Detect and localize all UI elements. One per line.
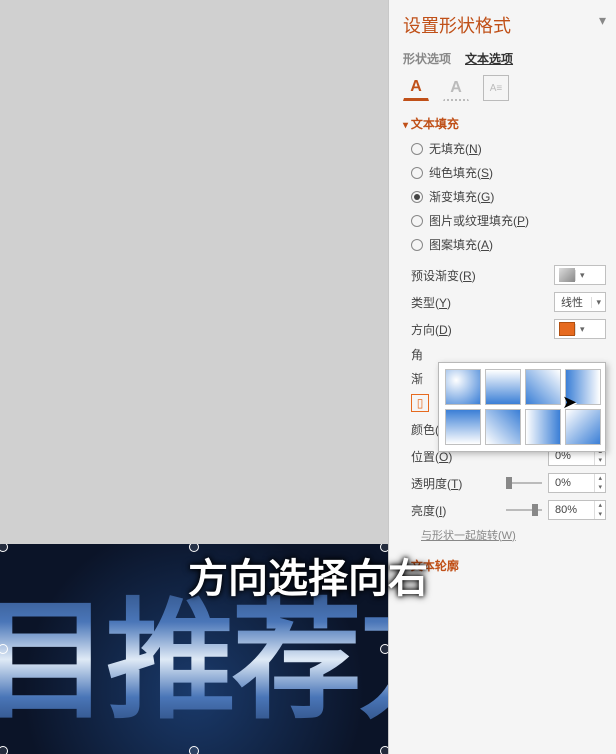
- canvas-area: 目推荐方: [0, 0, 388, 754]
- transparency-slider[interactable]: [506, 476, 542, 490]
- radio-dot: [411, 215, 423, 227]
- handle-top-right[interactable]: [380, 544, 388, 552]
- dir-left-to-right[interactable]: [565, 369, 601, 405]
- radio-solid-fill[interactable]: 纯色填充(S): [411, 164, 606, 181]
- row-brightness: 亮度(I) 80%▴▾: [411, 500, 606, 520]
- row-preset-gradient: 预设渐变(R) ▾: [411, 265, 606, 285]
- panel-tabs: 形状选项 文本选项: [403, 50, 606, 67]
- radio-gradient-fill[interactable]: 渐变填充(G): [411, 188, 606, 205]
- handle-top-center[interactable]: [189, 544, 199, 552]
- text-option-icons: A A A≡: [403, 75, 606, 101]
- handle-bottom-center[interactable]: [189, 746, 199, 754]
- slide-preview[interactable]: 目推荐方: [0, 544, 388, 754]
- dir-bottom-to-top[interactable]: [445, 409, 481, 445]
- dir-topleft-to-bottomright[interactable]: [565, 409, 601, 445]
- gradient-swatch-icon: [559, 268, 575, 282]
- panel-title: 设置形状格式: [403, 12, 606, 38]
- gradient-stop-add[interactable]: ▯: [411, 394, 429, 412]
- radio-dot: [411, 143, 423, 155]
- handle-bottom-left[interactable]: [0, 746, 8, 754]
- handle-top-left[interactable]: [0, 544, 8, 552]
- dir-bottomleft-to-topright[interactable]: [485, 409, 521, 445]
- direction-swatch-icon: [559, 322, 575, 336]
- spin-up[interactable]: ▴: [595, 501, 605, 510]
- dir-radial[interactable]: [445, 369, 481, 405]
- brightness-slider[interactable]: [506, 503, 542, 517]
- transparency-spinner[interactable]: 0%▴▾: [548, 473, 606, 493]
- radio-dot: [411, 167, 423, 179]
- fill-type-radios: 无填充(N) 纯色填充(S) 渐变填充(G) 图片或纹理填充(P) 图案填充(A…: [411, 140, 606, 253]
- tab-text-options[interactable]: 文本选项: [465, 50, 513, 67]
- row-type: 类型(Y) 线性▾: [411, 292, 606, 312]
- dir-top-to-bottom[interactable]: [485, 369, 521, 405]
- radio-dot: [411, 191, 423, 203]
- row-transparency: 透明度(T) 0%▴▾: [411, 473, 606, 493]
- section-text-outline[interactable]: 文本轮廓: [403, 557, 606, 574]
- text-fill-outline-icon[interactable]: A: [403, 75, 429, 101]
- spin-down[interactable]: ▾: [595, 510, 605, 519]
- radio-picture-fill[interactable]: 图片或纹理填充(P): [411, 212, 606, 229]
- handle-middle-left[interactable]: [0, 644, 8, 654]
- spin-up[interactable]: ▴: [595, 474, 605, 483]
- brightness-spinner[interactable]: 80%▴▾: [548, 500, 606, 520]
- panel-menu-caret[interactable]: ▾: [599, 12, 606, 29]
- radio-dot: [411, 239, 423, 251]
- row-direction: 方向(D) ▾: [411, 319, 606, 339]
- spin-down[interactable]: ▾: [595, 456, 605, 465]
- selection-box: [0, 544, 388, 754]
- direction-flyout: [438, 362, 606, 452]
- tab-shape-options[interactable]: 形状选项: [403, 50, 451, 67]
- dir-right-to-left[interactable]: [525, 409, 561, 445]
- handle-middle-right[interactable]: [380, 644, 388, 654]
- row-angle: 角: [411, 346, 606, 363]
- type-dropdown[interactable]: 线性▾: [554, 292, 606, 312]
- radio-pattern-fill[interactable]: 图案填充(A): [411, 236, 606, 253]
- dir-topright-to-bottomleft[interactable]: [525, 369, 561, 405]
- textbox-icon[interactable]: A≡: [483, 75, 509, 101]
- rotate-with-shape-link: 与形状一起旋转(W): [421, 527, 606, 543]
- handle-bottom-right[interactable]: [380, 746, 388, 754]
- spin-down[interactable]: ▾: [595, 483, 605, 492]
- direction-dropdown[interactable]: ▾: [554, 319, 606, 339]
- section-text-fill[interactable]: 文本填充: [403, 115, 606, 132]
- radio-no-fill[interactable]: 无填充(N): [411, 140, 606, 157]
- text-effects-icon[interactable]: A: [443, 75, 469, 101]
- preset-gradient-dropdown[interactable]: ▾: [554, 265, 606, 285]
